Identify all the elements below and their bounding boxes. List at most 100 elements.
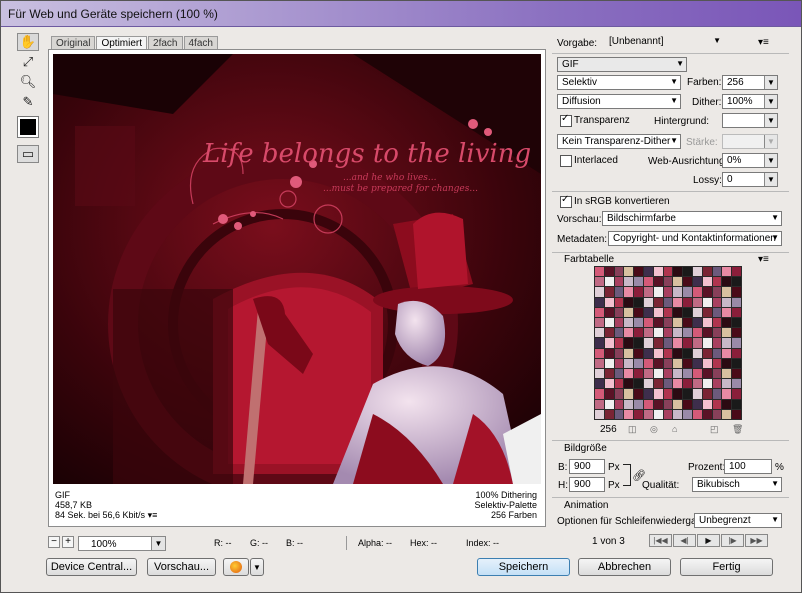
color-swatch[interactable]	[614, 338, 624, 348]
color-swatch[interactable]	[634, 317, 643, 328]
tab-original[interactable]: Original	[51, 36, 96, 50]
color-swatch[interactable]	[604, 379, 614, 389]
preview-select[interactable]: Bildschirmfarbe ▼	[602, 211, 782, 226]
color-swatch[interactable]	[644, 317, 653, 328]
browser-icon[interactable]	[223, 558, 249, 576]
color-swatch[interactable]	[732, 409, 741, 419]
color-swatch[interactable]	[595, 287, 604, 297]
color-swatch[interactable]	[663, 389, 673, 399]
color-swatch[interactable]	[693, 297, 702, 307]
color-swatch[interactable]	[624, 328, 634, 338]
color-swatch[interactable]	[634, 389, 643, 399]
color-swatch[interactable]	[614, 358, 624, 368]
color-swatch[interactable]	[644, 297, 653, 307]
color-swatch[interactable]	[595, 307, 604, 317]
color-swatch[interactable]	[683, 317, 692, 328]
color-swatch[interactable]	[683, 358, 692, 368]
color-swatch[interactable]	[614, 267, 624, 277]
color-swatch[interactable]	[624, 389, 634, 399]
color-swatch[interactable]	[595, 379, 604, 389]
reduction-select[interactable]: Selektiv ▼	[557, 75, 681, 90]
color-swatch[interactable]	[732, 267, 741, 277]
color-swatch[interactable]	[663, 358, 673, 368]
color-swatch[interactable]	[732, 389, 741, 399]
color-swatch[interactable]	[693, 328, 702, 338]
interlaced-checkbox[interactable]: Interlaced	[560, 155, 618, 167]
color-swatch[interactable]	[644, 389, 653, 399]
color-swatch[interactable]	[683, 399, 692, 409]
color-swatch[interactable]	[722, 277, 732, 287]
color-swatch[interactable]	[712, 328, 722, 338]
color-swatch[interactable]	[634, 358, 643, 368]
color-swatch[interactable]	[722, 328, 732, 338]
color-swatch[interactable]	[614, 328, 624, 338]
color-swatch[interactable]	[614, 287, 624, 297]
color-swatch[interactable]	[595, 358, 604, 368]
color-swatch[interactable]	[624, 348, 634, 358]
color-swatch[interactable]	[722, 389, 732, 399]
zoom-tool-icon[interactable]: 🔍︎	[17, 73, 39, 91]
color-swatch[interactable]	[624, 358, 634, 368]
color-swatch[interactable]	[722, 409, 732, 419]
color-swatch[interactable]	[673, 358, 683, 368]
trash-icon[interactable]: 🗑︎	[732, 424, 743, 435]
tab-4up[interactable]: 4fach	[183, 36, 218, 50]
color-swatch[interactable]	[712, 399, 722, 409]
color-swatch[interactable]	[653, 287, 663, 297]
color-swatch[interactable]	[712, 338, 722, 348]
color-swatch[interactable]	[595, 267, 604, 277]
color-swatch[interactable]	[604, 277, 614, 287]
color-swatch[interactable]	[712, 379, 722, 389]
color-swatch[interactable]	[712, 287, 722, 297]
color-swatch[interactable]	[614, 297, 624, 307]
color-swatch[interactable]	[712, 348, 722, 358]
color-swatch[interactable]	[624, 379, 634, 389]
color-swatch[interactable]	[634, 307, 643, 317]
zoom-select[interactable]: 100% ▼	[78, 536, 166, 551]
color-swatch[interactable]	[693, 348, 702, 358]
color-swatch[interactable]	[722, 317, 732, 328]
preset-select[interactable]: [Unbenannt] ▼	[605, 35, 723, 50]
color-swatch[interactable]	[604, 409, 614, 419]
color-swatch[interactable]	[653, 368, 663, 379]
color-swatch[interactable]	[624, 317, 634, 328]
last-frame-icon[interactable]: ▶▶	[745, 534, 768, 547]
color-swatch[interactable]	[663, 379, 673, 389]
color-swatch[interactable]	[683, 267, 692, 277]
color-swatch[interactable]	[604, 267, 614, 277]
color-swatch[interactable]	[693, 358, 702, 368]
color-swatch[interactable]	[634, 379, 643, 389]
new-color-icon[interactable]: ◰	[710, 424, 719, 435]
color-swatch[interactable]	[702, 348, 712, 358]
matte-select[interactable]: ▼	[722, 113, 778, 128]
color-swatch[interactable]	[653, 358, 663, 368]
color-swatch[interactable]	[653, 328, 663, 338]
color-swatch[interactable]	[614, 389, 624, 399]
prev-frame-icon[interactable]: ◀|	[673, 534, 696, 547]
zoom-in-button[interactable]: +	[62, 536, 74, 548]
preview-browser-button[interactable]: Vorschau...	[147, 558, 216, 576]
color-swatch[interactable]	[702, 297, 712, 307]
color-swatch[interactable]	[722, 399, 732, 409]
color-swatch[interactable]	[673, 348, 683, 358]
color-swatch[interactable]	[722, 307, 732, 317]
color-swatch[interactable]	[673, 277, 683, 287]
web-snap-select[interactable]: 0% ▼	[722, 153, 778, 168]
color-swatch[interactable]	[595, 338, 604, 348]
color-swatch[interactable]	[673, 307, 683, 317]
color-swatch[interactable]	[673, 379, 683, 389]
color-swatch[interactable]	[732, 297, 741, 307]
color-swatch[interactable]	[595, 297, 604, 307]
hand-tool-icon[interactable]: ✋	[17, 33, 39, 51]
quality-select[interactable]: Bikubisch ▼	[692, 477, 782, 492]
color-swatch[interactable]	[653, 277, 663, 287]
color-swatch[interactable]	[722, 297, 732, 307]
color-swatch[interactable]	[712, 317, 722, 328]
color-swatch[interactable]	[644, 287, 653, 297]
color-swatch[interactable]	[693, 389, 702, 399]
color-swatch[interactable]	[663, 297, 673, 307]
color-swatch[interactable]	[624, 267, 634, 277]
color-swatch[interactable]	[644, 348, 653, 358]
color-swatch[interactable]	[732, 287, 741, 297]
color-swatch[interactable]	[732, 379, 741, 389]
